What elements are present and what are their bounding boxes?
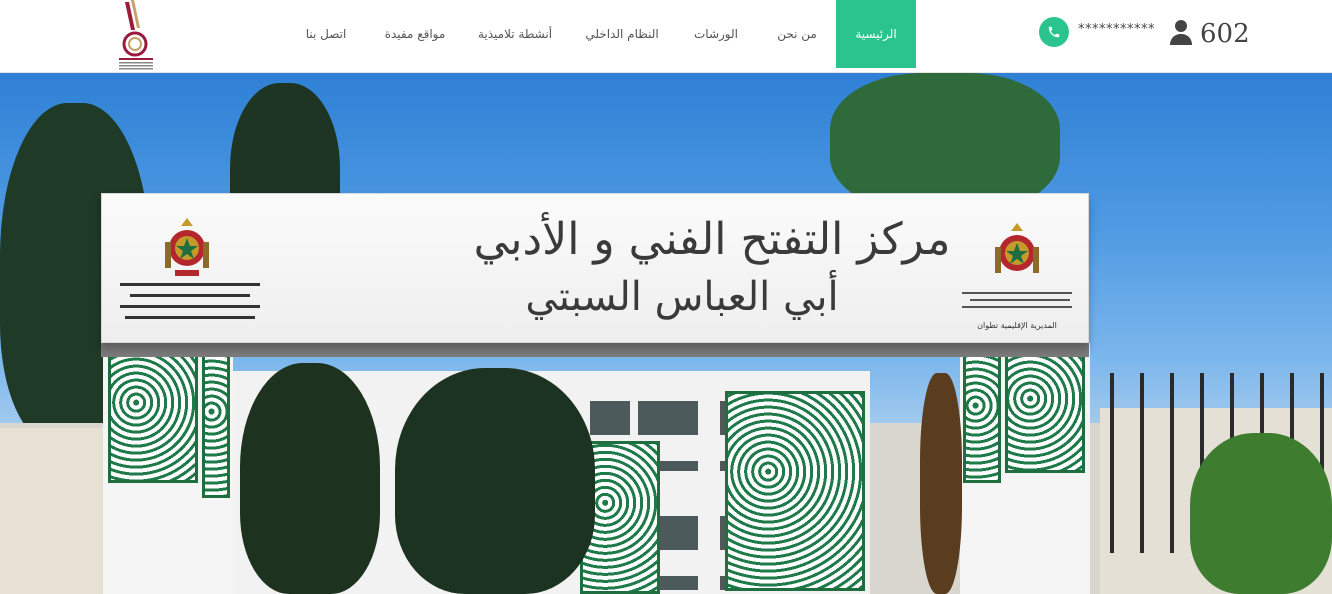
visitor-counter: 602 xyxy=(1170,18,1250,50)
nav-useful-sites[interactable]: مواقع مفيدة xyxy=(380,0,450,68)
bush-right xyxy=(1190,433,1332,594)
nav-workshops-label: الورشات xyxy=(694,27,738,41)
sign-title: مركز التفتح الفني و الأدبي xyxy=(473,214,951,265)
center-logo[interactable] xyxy=(113,0,161,72)
nav-student-activities[interactable]: أنشطة تلاميذية xyxy=(470,0,560,68)
nav-contact[interactable]: اتصل بنا xyxy=(296,0,356,68)
nav-internal-rules-label: النظام الداخلي xyxy=(585,27,659,41)
nav-about-label: من نحن xyxy=(777,27,817,41)
nav-about[interactable]: من نحن xyxy=(768,0,826,68)
nav-internal-rules[interactable]: النظام الداخلي xyxy=(580,0,664,68)
user-icon xyxy=(1170,19,1192,49)
nav-home[interactable]: الرئيسية xyxy=(836,0,916,68)
nav-home-label: الرئيسية xyxy=(855,27,897,41)
nav-student-activities-label: أنشطة تلاميذية xyxy=(477,27,553,41)
royal-emblem-icon xyxy=(987,219,1047,287)
top-navbar: الرئيسية من نحن الورشات النظام الداخلي أ… xyxy=(0,0,1332,73)
center-sign: مركز التفتح الفني و الأدبي أبي العباس ال… xyxy=(101,193,1089,343)
directorate-text: المديرية الإقليمية تطوان xyxy=(977,321,1057,331)
hero-image: مركز التفتح الفني و الأدبي أبي العباس ال… xyxy=(0,73,1332,594)
sign-subtitle: أبي العباس السبتي xyxy=(525,274,839,320)
tifinagh-text xyxy=(120,279,260,332)
lattice-panel xyxy=(725,391,865,591)
palm-trunk xyxy=(920,373,962,594)
lattice-panel xyxy=(202,353,230,498)
ministry-text: المديرية الإقليمية تطوان xyxy=(962,289,1072,331)
lattice-panel xyxy=(963,353,1001,483)
phone-number: *********** xyxy=(1078,22,1155,37)
nav-workshops[interactable]: الورشات xyxy=(684,0,748,68)
nav-useful-sites-label: مواقع مفيدة xyxy=(384,27,446,41)
visitor-count: 602 xyxy=(1200,19,1250,49)
lattice-panel xyxy=(108,348,198,483)
royal-emblem-icon xyxy=(157,214,217,282)
lattice-panel xyxy=(1005,348,1085,473)
nav-contact-label: اتصل بنا xyxy=(305,27,347,41)
tree-center-left xyxy=(240,363,380,594)
phone-icon[interactable] xyxy=(1039,17,1069,47)
tree-center xyxy=(395,368,595,594)
sign-shadow xyxy=(101,343,1089,357)
wall-left xyxy=(0,428,110,594)
palm-tree xyxy=(830,73,1060,213)
